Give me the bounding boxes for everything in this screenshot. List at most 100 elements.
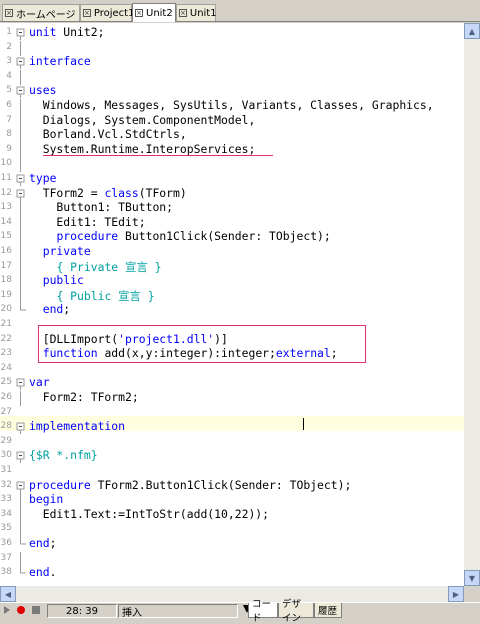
- scroll-up-arrow-icon[interactable]: ▲: [464, 23, 480, 39]
- vertical-scrollbar[interactable]: ▲ ▼: [464, 23, 480, 586]
- code-line[interactable]: 29: [0, 434, 464, 449]
- code-line[interactable]: 16 private: [0, 244, 464, 260]
- cursor-position: 28: 39: [47, 604, 117, 618]
- fold-guide: [15, 288, 27, 304]
- code-text: end;: [42, 302, 71, 317]
- horizontal-scrollbar[interactable]: ◀ ▶: [0, 586, 464, 602]
- code-line[interactable]: 6 Windows, Messages, SysUtils, Variants,…: [0, 98, 464, 114]
- line-number: 28: [0, 421, 12, 432]
- code-text: Borland.Vcl.StdCtrls,: [29, 127, 187, 142]
- bottom-tab-design[interactable]: デザイン: [278, 599, 314, 624]
- fold-toggle-icon[interactable]: [15, 26, 27, 40]
- code-line[interactable]: 8 Borland.Vcl.StdCtrls,: [0, 127, 464, 144]
- code-line[interactable]: 26 Form2: TForm2;: [0, 390, 464, 406]
- close-icon[interactable]: ×: [5, 9, 13, 17]
- code-line[interactable]: 25 var: [0, 375, 464, 391]
- code-line[interactable]: 30 {$R *.nfm}: [0, 448, 464, 464]
- code-line[interactable]: 33 begin: [0, 492, 464, 509]
- close-icon[interactable]: ×: [179, 9, 187, 17]
- close-icon[interactable]: ×: [83, 9, 91, 17]
- code-line[interactable]: 4: [0, 69, 464, 85]
- code-line[interactable]: 34 Edit1.Text:=IntToStr(add(10,22));: [0, 506, 464, 523]
- line-number: 16: [0, 246, 12, 256]
- fold-guide: [15, 215, 27, 231]
- fold-toggle-icon[interactable]: [15, 172, 27, 186]
- code-line[interactable]: 37: [0, 551, 464, 567]
- code-line[interactable]: 11 type: [0, 171, 464, 186]
- fold-toggle-icon[interactable]: [15, 479, 27, 493]
- code-text: Edit1.Text:=IntToStr(add(10,22));: [29, 506, 270, 521]
- code-editor[interactable]: 1 unit Unit2; 2 3 interface 4 5 uses 6 Windows, …: [0, 23, 464, 586]
- line-number: 15: [0, 231, 12, 242]
- stop-icon[interactable]: [32, 606, 40, 614]
- line-number: 5: [6, 85, 12, 96]
- line-number: 23: [0, 348, 12, 359]
- line-number: 29: [0, 435, 12, 446]
- code-line[interactable]: 31: [0, 463, 464, 478]
- tab-project1[interactable]: × Project1: [80, 4, 134, 21]
- code-line[interactable]: 28 implementation: [0, 419, 464, 435]
- code-line[interactable]: 18 public: [0, 273, 464, 290]
- code-line[interactable]: 5 uses: [0, 83, 464, 99]
- fold-toggle-icon[interactable]: [15, 55, 27, 70]
- fold-guide: [15, 99, 27, 114]
- line-number: 17: [0, 260, 12, 271]
- code-line[interactable]: 36 end;: [0, 536, 464, 551]
- tab-unit1[interactable]: × Unit1: [176, 4, 217, 21]
- code-text: end.: [29, 565, 57, 580]
- close-icon[interactable]: ×: [135, 9, 143, 17]
- code-line[interactable]: 20 end;: [0, 302, 464, 317]
- code-line[interactable]: 13 Button1: TButton;: [0, 200, 464, 217]
- line-number: 19: [0, 289, 12, 300]
- code-line[interactable]: 12 TForm2 = class(TForm): [0, 186, 464, 201]
- line-number: 34: [0, 508, 12, 519]
- code-line[interactable]: 3 interface: [0, 54, 464, 70]
- fold-toggle-icon[interactable]: [15, 84, 27, 99]
- code-text: public: [42, 273, 84, 288]
- code-text: { Public 宣言 }: [56, 288, 155, 303]
- code-text: end;: [29, 536, 57, 550]
- code-line[interactable]: 27: [0, 405, 464, 420]
- code-line[interactable]: 38 end.: [0, 565, 464, 580]
- code-line[interactable]: 15 procedure Button1Click(Sender: TObjec…: [0, 229, 464, 246]
- line-number: 24: [0, 362, 12, 373]
- code-line[interactable]: 19 { Public 宣言 }: [0, 288, 464, 304]
- play-icon[interactable]: [4, 606, 10, 614]
- code-line[interactable]: 7 Dialogs, System.ComponentModel,: [0, 113, 464, 129]
- tab-homepage[interactable]: × ホームページ: [2, 4, 80, 21]
- code-text: {$R *.nfm}: [29, 448, 98, 463]
- code-line[interactable]: 35: [0, 521, 464, 538]
- record-icon[interactable]: [17, 606, 25, 614]
- fold-guide: [15, 113, 27, 129]
- fold-guide: [15, 391, 27, 406]
- line-number: 26: [0, 392, 12, 402]
- code-line[interactable]: 1 unit Unit2;: [0, 25, 464, 40]
- code-line[interactable]: 14 Edit1: TEdit;: [0, 214, 464, 231]
- fold-toggle-icon[interactable]: [15, 420, 27, 435]
- code-line[interactable]: 32 procedure TForm2.Button1Click(Sender: …: [0, 478, 464, 493]
- fold-toggle-icon[interactable]: [15, 187, 27, 201]
- code-text: private: [42, 244, 91, 258]
- code-text: implementation: [29, 419, 126, 434]
- line-number: 38: [0, 567, 12, 578]
- line-number: 32: [0, 479, 12, 490]
- fold-guide: [15, 128, 27, 144]
- fold-toggle-icon[interactable]: [15, 376, 27, 391]
- code-text: uses: [29, 83, 57, 98]
- fold-guide: [15, 551, 27, 567]
- scroll-left-arrow-icon[interactable]: ◀: [0, 586, 16, 602]
- scroll-down-arrow-icon[interactable]: ▼: [464, 570, 480, 586]
- code-text: var: [29, 375, 50, 390]
- bottom-tab-history[interactable]: 履歴: [314, 603, 342, 618]
- code-line[interactable]: 17 { Private 宣言 }: [0, 259, 464, 275]
- scroll-right-arrow-icon[interactable]: ▶: [448, 586, 464, 602]
- fold-guide: [15, 245, 27, 260]
- code-line[interactable]: 10: [0, 156, 464, 173]
- fold-guide: [15, 493, 27, 509]
- code-text: Edit1: TEdit;: [29, 214, 146, 229]
- line-number: 21: [0, 319, 12, 329]
- bottom-tab-code[interactable]: コード: [248, 599, 278, 624]
- tab-unit2[interactable]: × Unit2: [132, 3, 176, 22]
- code-line[interactable]: 2: [0, 40, 464, 56]
- fold-toggle-icon[interactable]: [15, 449, 27, 464]
